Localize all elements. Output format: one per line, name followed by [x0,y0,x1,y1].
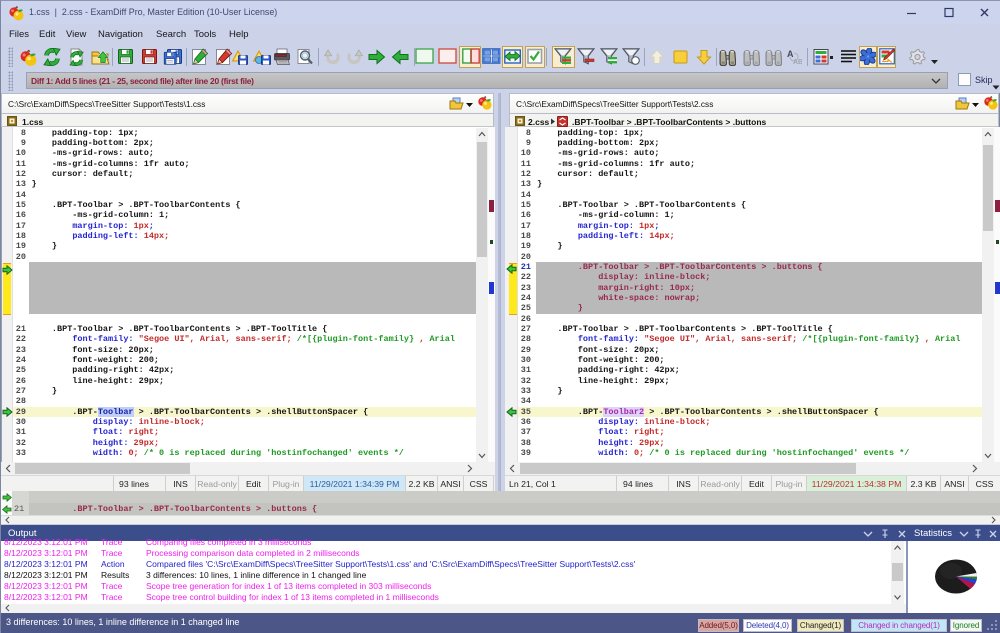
svg-text:AB: AB [793,59,802,66]
